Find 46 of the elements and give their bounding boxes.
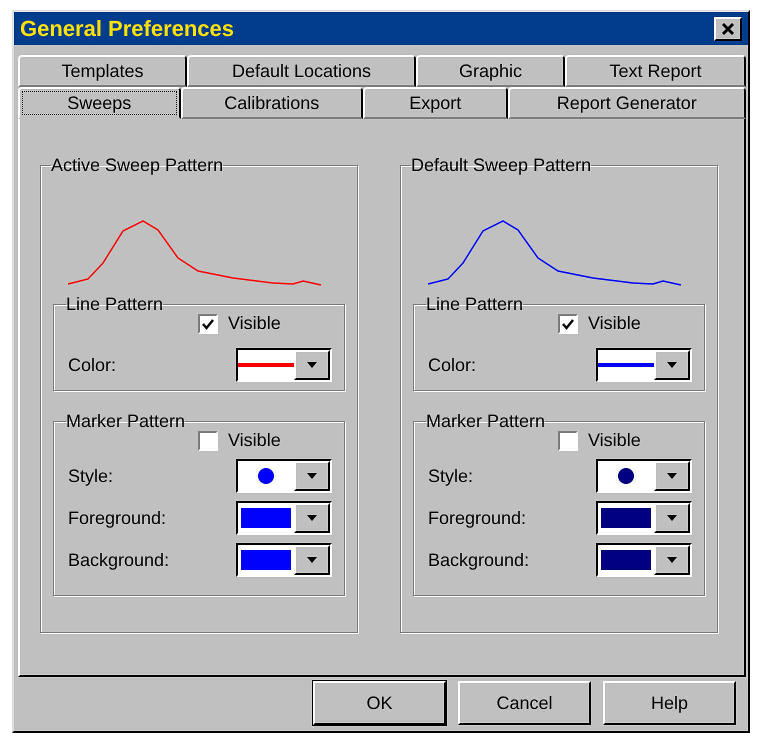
- color-dropdown[interactable]: [596, 543, 692, 577]
- dialog-button[interactable]: Help: [603, 681, 736, 725]
- group-title: Marker Pattern: [66, 411, 186, 432]
- marker-style-dropdown[interactable]: [236, 459, 332, 493]
- dialog-button[interactable]: OK: [313, 681, 446, 725]
- field-label: Background:: [428, 550, 530, 570]
- checkbox-label: Visible: [588, 430, 641, 451]
- group-title: Line Pattern: [426, 294, 524, 315]
- group-title: Default Sweep Pattern: [411, 155, 592, 176]
- checkbox-label: Visible: [588, 313, 641, 334]
- field-label: Style:: [428, 466, 474, 486]
- window-title: General Preferences: [20, 16, 234, 42]
- checkbox-label: Visible: [228, 313, 281, 334]
- dialog-button[interactable]: Cancel: [458, 681, 591, 725]
- close-button[interactable]: [714, 16, 742, 40]
- color-dropdown[interactable]: [596, 348, 692, 382]
- field-label: Color:: [68, 354, 116, 376]
- tab[interactable]: Text Report: [565, 55, 746, 87]
- checkbox[interactable]: [198, 430, 218, 450]
- close-icon: [721, 22, 735, 36]
- color-dropdown[interactable]: [236, 348, 332, 382]
- tab[interactable]: Graphic: [416, 55, 565, 87]
- group-title: Marker Pattern: [426, 411, 546, 432]
- checkbox[interactable]: [558, 430, 578, 450]
- field-label: Foreground:: [428, 508, 526, 528]
- field-label: Color:: [428, 354, 476, 376]
- checkbox[interactable]: [558, 314, 578, 334]
- color-dropdown[interactable]: [236, 501, 332, 535]
- check-icon: [562, 318, 574, 330]
- field-label: Style:: [68, 466, 114, 486]
- group-title: Line Pattern: [66, 294, 164, 315]
- tab[interactable]: Report Generator: [508, 87, 746, 119]
- checkbox-label: Visible: [228, 430, 281, 451]
- check-icon: [202, 318, 214, 330]
- tab[interactable]: Templates: [18, 55, 187, 87]
- checkbox[interactable]: [198, 314, 218, 334]
- group-title: Active Sweep Pattern: [51, 155, 224, 176]
- tab[interactable]: Export: [363, 87, 508, 119]
- tab[interactable]: Sweeps: [18, 87, 180, 119]
- field-label: Foreground:: [68, 508, 166, 528]
- tab[interactable]: Calibrations: [180, 87, 363, 119]
- color-dropdown[interactable]: [236, 543, 332, 577]
- tab[interactable]: Default Locations: [187, 55, 416, 87]
- marker-style-dropdown[interactable]: [596, 459, 692, 493]
- color-dropdown[interactable]: [596, 501, 692, 535]
- field-label: Background:: [68, 550, 170, 570]
